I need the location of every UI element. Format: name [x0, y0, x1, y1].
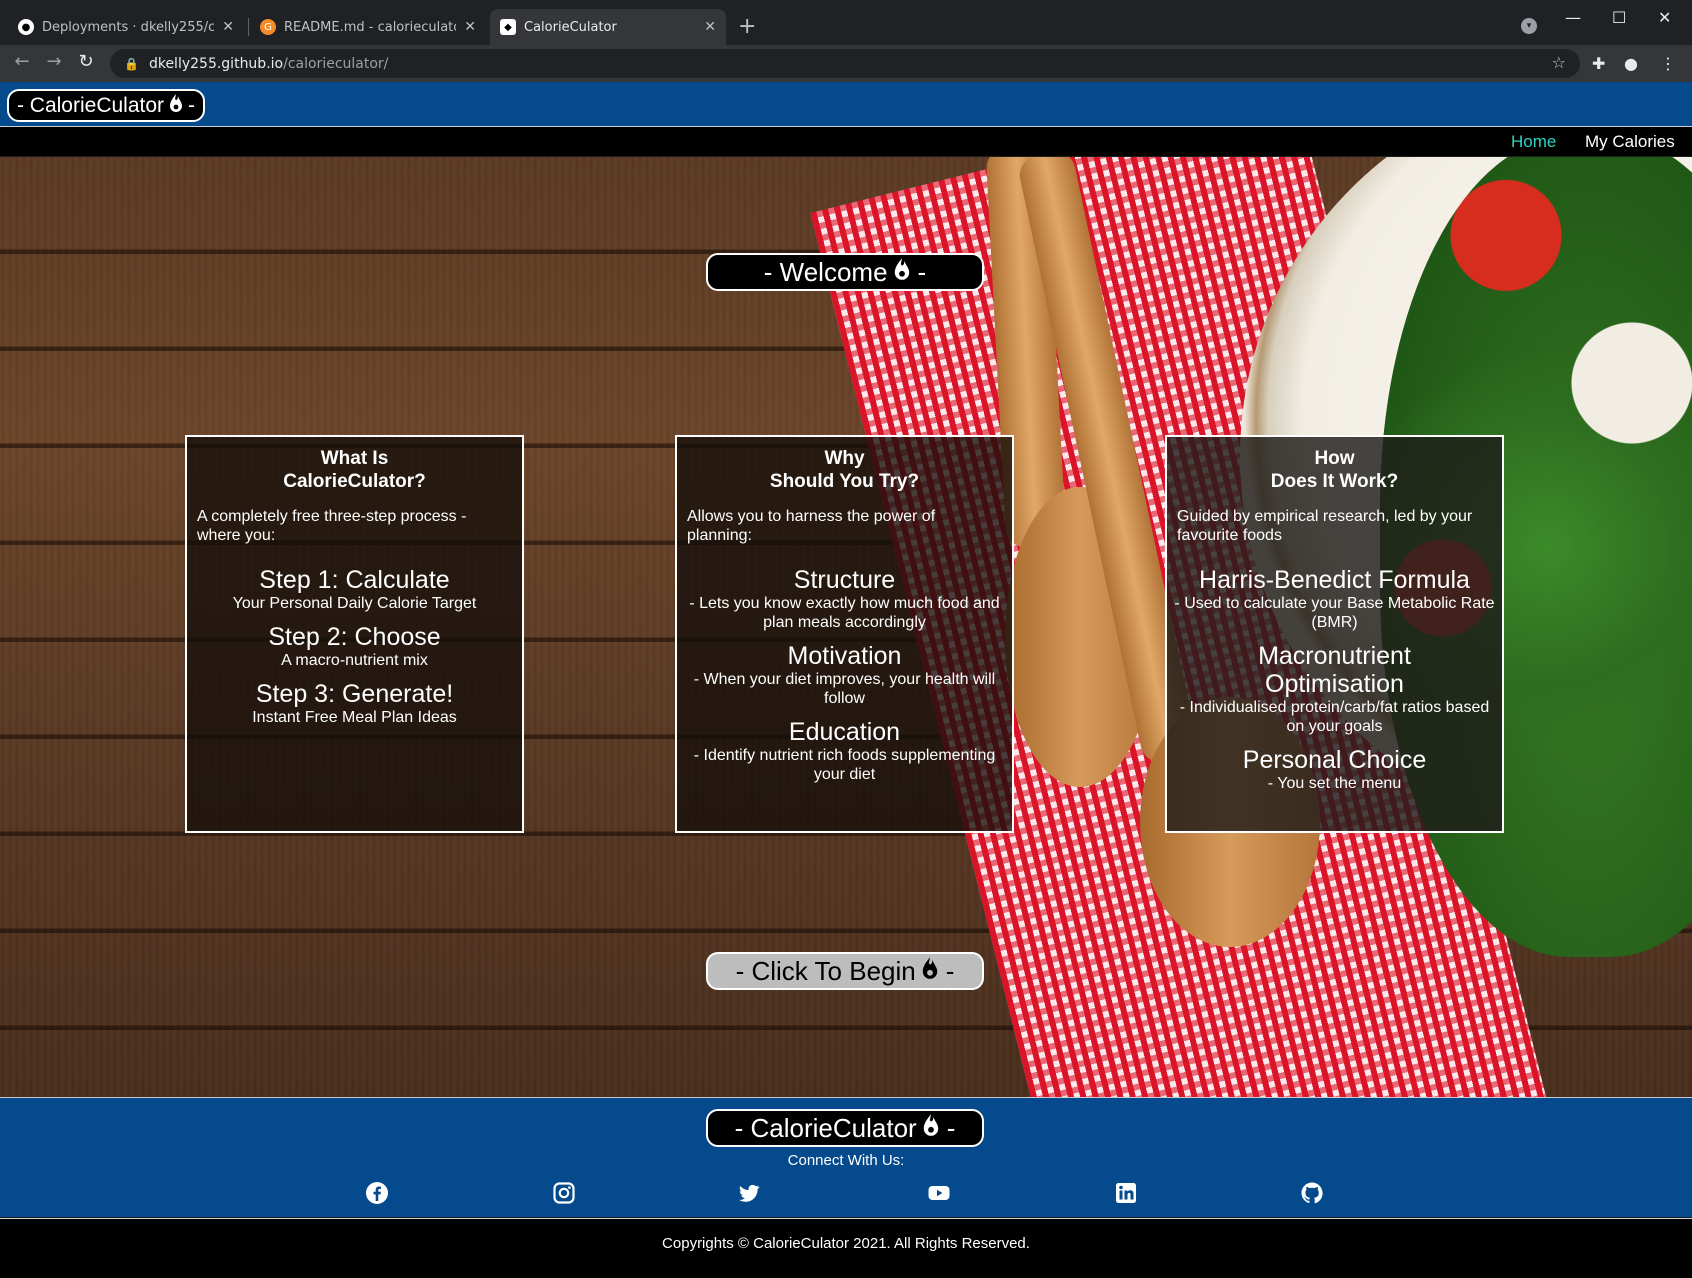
brand-text-end: -: [188, 93, 196, 117]
back-icon[interactable]: ←: [10, 51, 34, 72]
url-path: /calorieculator/: [283, 55, 389, 72]
card-item-title: Step 3: Generate!: [255, 680, 454, 708]
welcome-text: - Welcome: [763, 256, 888, 287]
footer-brand-logo[interactable]: - CalorieCulator -: [706, 1109, 984, 1147]
window-close-icon[interactable]: ✕: [1658, 8, 1671, 27]
facebook-icon[interactable]: [364, 1180, 390, 1206]
card-item-sub: - Individualised protein/carb/fat ratios…: [1179, 699, 1490, 735]
flame-icon: [168, 93, 184, 119]
site-footer: - CalorieCulator - Connect With Us:: [0, 1097, 1692, 1217]
card-item-sub: - Lets you know exactly how much food an…: [689, 595, 1000, 631]
welcome-text-end: -: [917, 256, 927, 287]
tab-title: README.md - calorieculator - Git: [284, 19, 456, 35]
tab-title: Deployments · dkelly255/calorie: [42, 19, 215, 35]
card-item-sub: Instant Free Meal Plan Ideas: [252, 709, 457, 726]
site-header: - CalorieCulator -: [0, 82, 1692, 126]
web-page: - CalorieCulator - Home My Calories - We…: [0, 82, 1692, 1278]
youtube-icon[interactable]: [926, 1180, 952, 1206]
click-to-begin-button[interactable]: - Click To Begin -: [706, 952, 984, 990]
card-intro: Allows you to harness the power of plann…: [687, 508, 936, 544]
card-intro: A completely free three-step process - w…: [197, 508, 467, 544]
card-item-sub: - When your diet improves, your health w…: [693, 671, 996, 707]
maximize-icon[interactable]: ☐: [1612, 8, 1626, 27]
connect-label: Connect With Us:: [787, 1152, 905, 1169]
tab-divider: [248, 18, 249, 36]
linkedin-icon[interactable]: [1113, 1180, 1139, 1206]
brand-text: - CalorieCulator: [734, 1112, 917, 1143]
new-tab-icon[interactable]: +: [738, 14, 756, 39]
brand-logo[interactable]: - CalorieCulator -: [7, 89, 205, 122]
card-item-sub: - Identify nutrient rich foods supplemen…: [693, 747, 996, 783]
bookmark-star-icon[interactable]: ☆: [1552, 53, 1566, 72]
hero-section: - Welcome - What Is CalorieCulator? A com…: [0, 157, 1692, 1097]
lock-icon: 🔒: [124, 56, 139, 71]
info-card-what: What Is CalorieCulator? A completely free…: [185, 435, 524, 833]
card-item-title: Education: [788, 718, 901, 746]
brand-text-end: -: [946, 1112, 956, 1143]
github-icon: ●: [18, 19, 34, 35]
minimize-icon[interactable]: —: [1565, 8, 1581, 27]
card-item-sub: Your Personal Daily Calorie Target: [232, 595, 477, 612]
gitpod-icon: G: [260, 19, 276, 35]
browser-tab[interactable]: ● Deployments · dkelly255/calorie ✕: [8, 9, 244, 45]
flame-icon: [920, 956, 940, 987]
profile-icon[interactable]: ●: [1624, 54, 1638, 73]
menu-icon[interactable]: ⋮: [1660, 54, 1676, 73]
github-icon[interactable]: [1299, 1180, 1325, 1206]
card-item-title: Step 1: Calculate: [259, 566, 450, 594]
browser-toolbar: ← → ↻ 🔒 dkelly255.github.io/calorieculat…: [0, 45, 1692, 82]
card-item-title: Structure: [793, 566, 896, 594]
brand-text: - CalorieCulator: [16, 93, 165, 117]
close-icon[interactable]: ✕: [704, 19, 716, 35]
card-item-title: Harris-Benedict Formula: [1199, 566, 1470, 594]
copyright-bar: Copyrights © CalorieCulator 2021. All Ri…: [0, 1218, 1692, 1278]
info-card-how: How Does It Work? Guided by empirical res…: [1165, 435, 1504, 833]
reload-icon[interactable]: ↻: [74, 51, 98, 72]
close-icon[interactable]: ✕: [222, 19, 234, 35]
forward-icon[interactable]: →: [42, 51, 66, 72]
card-title: Why Should You Try?: [769, 448, 920, 492]
card-item-sub: - Used to calculate your Base Metabolic …: [1174, 595, 1495, 631]
twitter-icon[interactable]: [736, 1180, 762, 1206]
card-title: What Is CalorieCulator?: [283, 448, 426, 492]
browser-tab[interactable]: G README.md - calorieculator - Git ✕: [250, 9, 486, 45]
extensions-icon[interactable]: ✚: [1592, 54, 1605, 73]
begin-text-end: -: [945, 955, 955, 986]
instagram-icon[interactable]: [551, 1180, 577, 1206]
card-item-title: Macronutrient Optimisation: [1258, 642, 1411, 698]
browser-tab-active[interactable]: ◆ CalorieCulator ✕: [490, 9, 726, 45]
tab-search-icon[interactable]: ▾: [1521, 18, 1537, 34]
site-icon: ◆: [500, 19, 516, 35]
welcome-heading: - Welcome -: [706, 253, 984, 291]
close-icon[interactable]: ✕: [464, 19, 476, 35]
tab-title: CalorieCulator: [524, 19, 617, 35]
card-item-title: Personal Choice: [1242, 746, 1427, 774]
card-title: How Does It Work?: [1270, 448, 1399, 492]
card-intro: Guided by empirical research, led by you…: [1177, 508, 1473, 544]
nav-my-calories-link[interactable]: My Calories: [1585, 132, 1675, 152]
address-bar[interactable]: 🔒 dkelly255.github.io/calorieculator/ ☆: [110, 49, 1580, 78]
nav-home-link[interactable]: Home: [1511, 132, 1556, 152]
url-host: dkelly255.github.io: [148, 55, 284, 72]
card-item-sub: A macro-nutrient mix: [281, 652, 428, 669]
card-item-sub: - You set the menu: [1267, 775, 1402, 792]
main-nav: Home My Calories: [0, 126, 1692, 156]
flame-icon: [892, 257, 912, 288]
flame-icon: [921, 1113, 941, 1144]
begin-text: - Click To Begin: [735, 955, 916, 986]
copyright-text: Copyrights © CalorieCulator 2021. All Ri…: [662, 1235, 1030, 1252]
info-card-why: Why Should You Try? Allows you to harness…: [675, 435, 1014, 833]
browser-tab-bar: ● Deployments · dkelly255/calorie ✕ G RE…: [0, 0, 1692, 45]
card-item-title: Motivation: [787, 642, 902, 670]
card-item-title: Step 2: Choose: [268, 623, 441, 651]
